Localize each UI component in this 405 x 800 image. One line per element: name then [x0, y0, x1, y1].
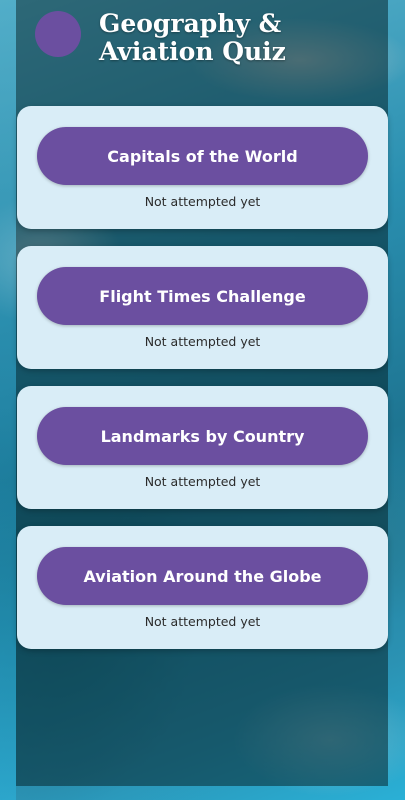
app-logo-circle [35, 11, 81, 57]
quiz-card-aviation: Aviation Around the Globe Not attempted … [17, 526, 388, 649]
quiz-button-aviation[interactable]: Aviation Around the Globe [37, 547, 368, 605]
app-header: Geography & Aviation Quiz [16, 0, 388, 90]
quiz-button-flight-times[interactable]: Flight Times Challenge [37, 267, 368, 325]
quiz-card-capitals: Capitals of the World Not attempted yet [17, 106, 388, 229]
quiz-status: Not attempted yet [144, 194, 261, 209]
quiz-button-capitals[interactable]: Capitals of the World [37, 127, 368, 185]
app-title: Geography & Aviation Quiz [99, 9, 286, 66]
quiz-status: Not attempted yet [144, 474, 261, 489]
quiz-status: Not attempted yet [144, 614, 261, 629]
quiz-button-landmarks[interactable]: Landmarks by Country [37, 407, 368, 465]
background-edge [0, 0, 16, 800]
quiz-card-landmarks: Landmarks by Country Not attempted yet [17, 386, 388, 509]
quiz-status: Not attempted yet [144, 334, 261, 349]
quiz-card-flight-times: Flight Times Challenge Not attempted yet [17, 246, 388, 369]
